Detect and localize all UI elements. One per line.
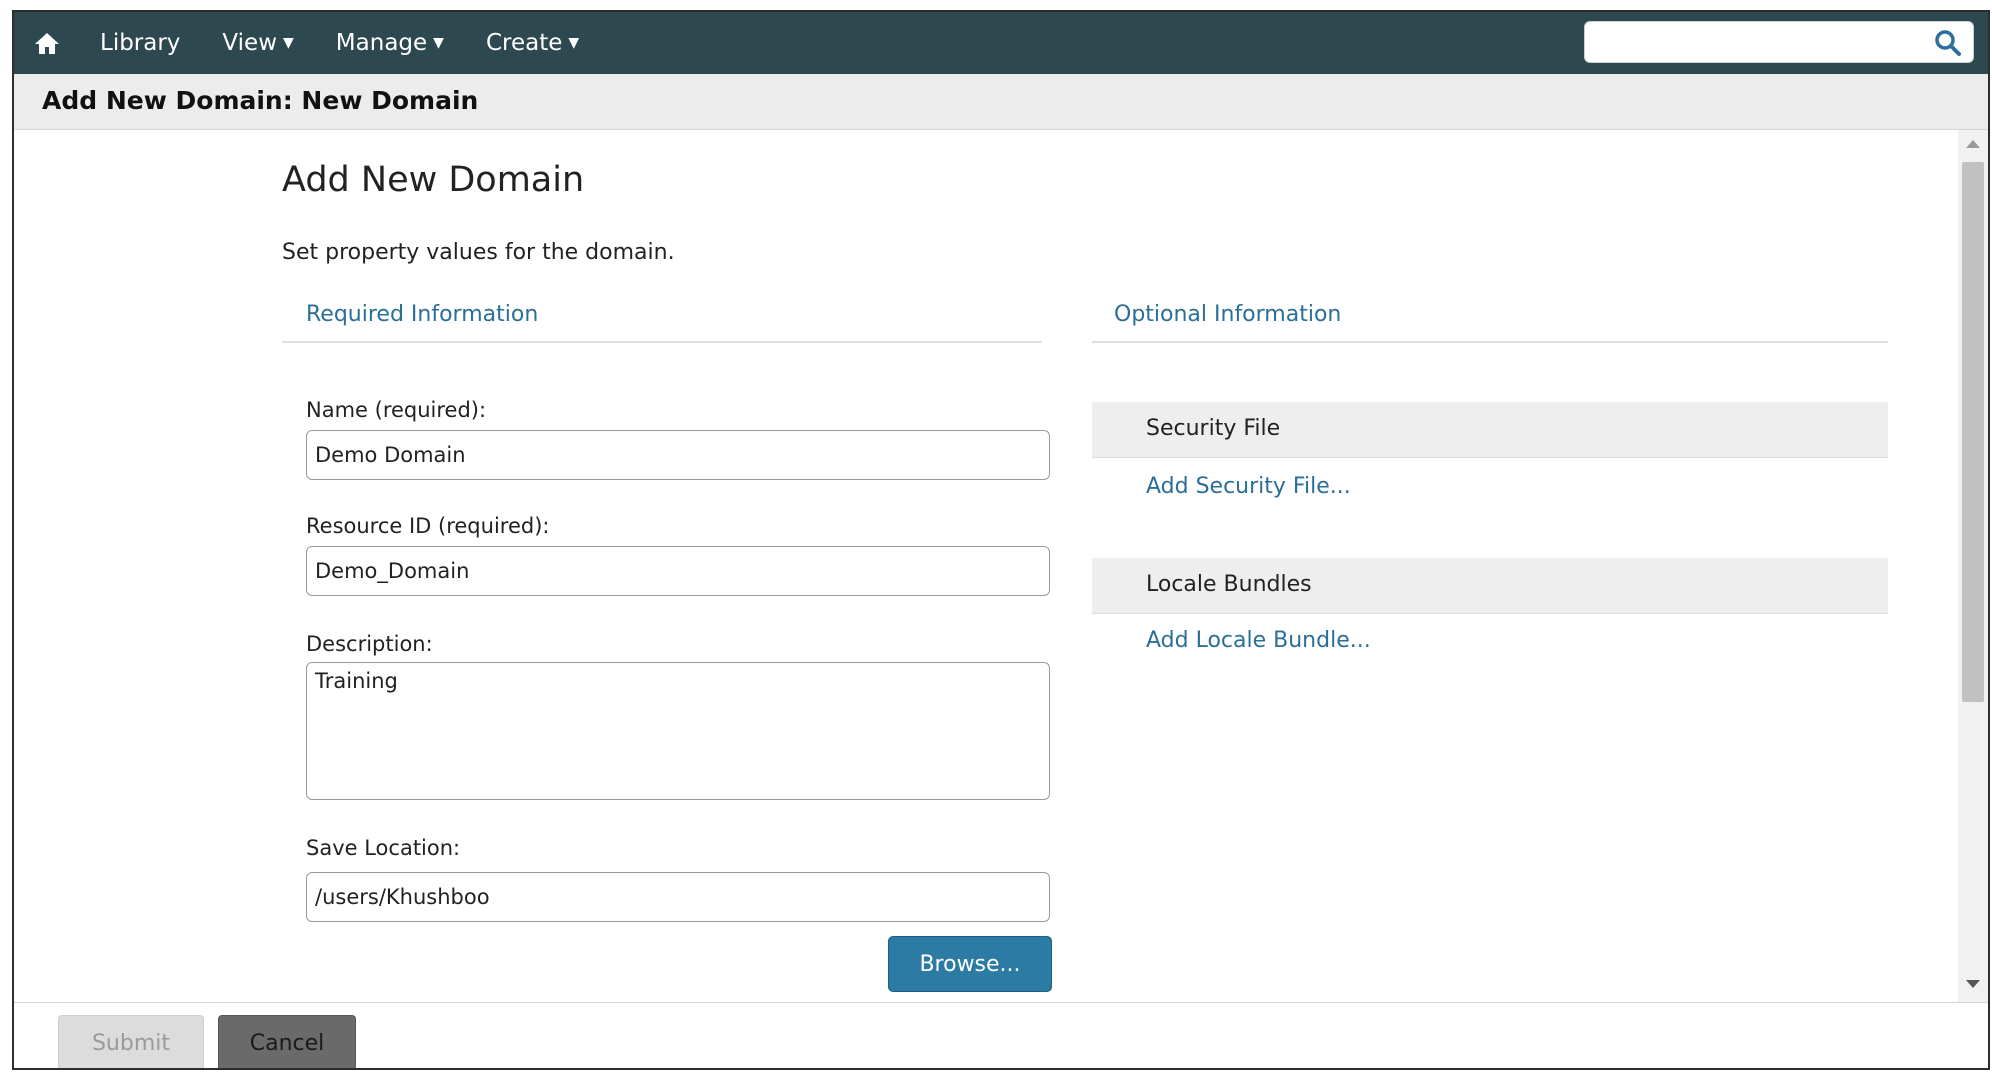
cancel-button[interactable]: Cancel	[218, 1015, 356, 1068]
nav-create-label: Create	[485, 30, 563, 56]
app-window: Library View ▼ Manage ▼ Create ▼ Add New…	[12, 10, 1990, 1070]
name-label: Name (required):	[306, 398, 487, 422]
chevron-down-icon: ▼	[283, 35, 294, 51]
locale-bundles-title: Locale Bundles	[1146, 572, 1312, 597]
scroll-down-icon[interactable]	[1966, 980, 1980, 988]
main-content: Add New Domain Set property values for t…	[14, 130, 1960, 1002]
search-input[interactable]	[1595, 22, 1929, 62]
vertical-scrollbar[interactable]	[1958, 130, 1988, 1002]
add-locale-bundle-link[interactable]: Add Locale Bundle...	[1146, 628, 1371, 653]
page-title: Add New Domain: New Domain	[42, 86, 479, 115]
chevron-down-icon: ▼	[568, 35, 580, 51]
add-security-file-link[interactable]: Add Security File...	[1146, 474, 1351, 499]
nav-view-menu[interactable]: View ▼	[222, 30, 293, 56]
nav-view-label: View	[222, 30, 278, 56]
chevron-down-icon: ▼	[433, 35, 444, 51]
description-field[interactable]: Training	[306, 662, 1050, 800]
resource-id-label: Resource ID (required):	[306, 514, 550, 538]
save-location-field[interactable]	[306, 872, 1050, 922]
security-file-title: Security File	[1146, 416, 1281, 441]
form-intro: Set property values for the domain.	[282, 240, 675, 265]
locale-bundles-panel: Locale Bundles	[1092, 558, 1888, 614]
resource-id-field[interactable]	[306, 546, 1050, 596]
form-heading: Add New Domain	[282, 160, 585, 200]
optional-info-header: Optional Information	[1092, 302, 1888, 343]
home-icon[interactable]	[34, 28, 64, 58]
security-file-panel: Security File	[1092, 402, 1888, 458]
required-info-header: Required Information	[282, 302, 1042, 343]
scroll-up-icon[interactable]	[1966, 140, 1980, 148]
search-box	[1584, 21, 1974, 63]
page-title-bar: Add New Domain: New Domain	[14, 74, 1988, 130]
nav-manage-menu[interactable]: Manage ▼	[336, 30, 444, 56]
description-label: Description:	[306, 632, 433, 656]
nav-create-menu[interactable]: Create ▼	[486, 30, 579, 56]
save-location-label: Save Location:	[306, 836, 461, 860]
submit-button[interactable]: Submit	[58, 1015, 204, 1068]
search-icon[interactable]	[1933, 28, 1963, 58]
nav-manage-label: Manage	[335, 30, 428, 56]
form-footer: Submit Cancel	[14, 1002, 1988, 1068]
name-field[interactable]	[306, 430, 1050, 480]
nav-library-label: Library	[100, 30, 181, 56]
top-nav: Library View ▼ Manage ▼ Create ▼	[14, 12, 1988, 74]
scrollbar-thumb[interactable]	[1962, 162, 1984, 702]
nav-library[interactable]: Library	[100, 30, 180, 56]
browse-button[interactable]: Browse...	[888, 936, 1052, 992]
